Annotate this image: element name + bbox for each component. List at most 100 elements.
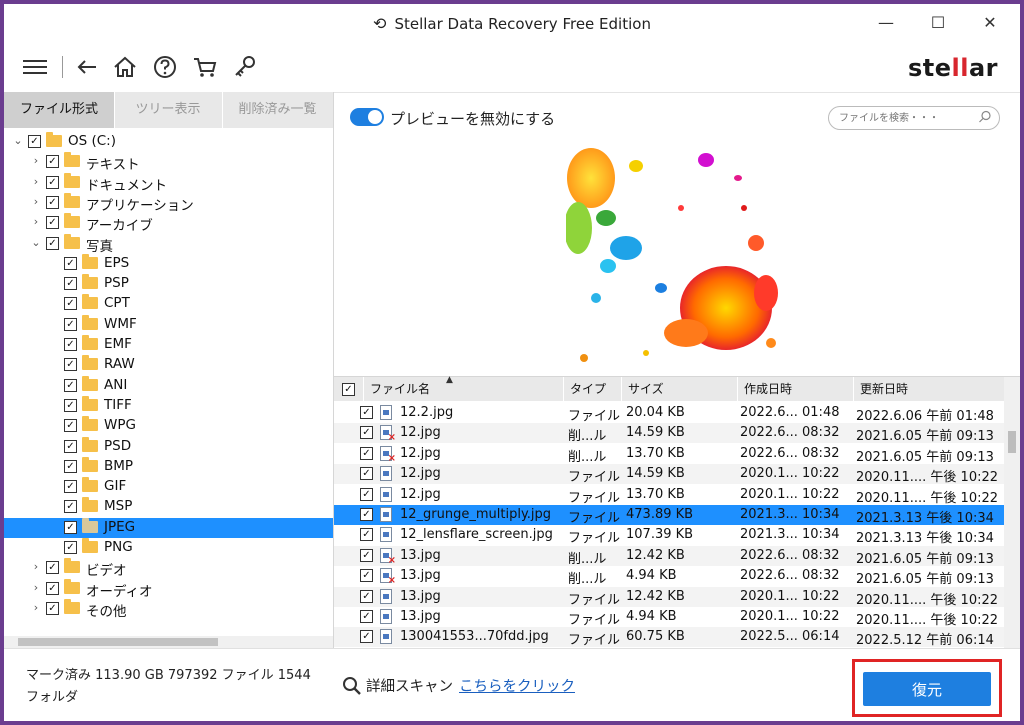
column-header-modified[interactable]: 更新日時 (854, 377, 1004, 401)
tab-tree-view[interactable]: ツリー表示 (114, 92, 223, 128)
column-header-size[interactable]: サイズ (622, 377, 738, 401)
table-row[interactable]: ✓ 13.jpg 削...ル 12.42 KB 2022.6... 08:32 2021.… (334, 545, 1004, 567)
tree-item-checkbox[interactable]: ✓ (64, 398, 77, 412)
expand-chevron-icon[interactable]: › (30, 175, 42, 188)
deep-scan-link[interactable]: こちらをクリック (459, 679, 575, 695)
expand-chevron-icon[interactable]: › (30, 560, 42, 573)
cart-icon[interactable] (190, 52, 220, 82)
tree-item[interactable]: ✓ ANI (4, 375, 333, 396)
collapse-chevron-icon[interactable]: ⌄ (30, 236, 42, 249)
tree-item-checkbox[interactable]: ✓ (46, 581, 59, 595)
tree-item[interactable]: ✓ RAW (4, 355, 333, 375)
row-checkbox[interactable]: ✓ (360, 610, 373, 623)
minimize-button[interactable]: — (866, 10, 906, 36)
tree-item-checkbox[interactable]: ✓ (46, 236, 59, 250)
expand-chevron-icon[interactable]: › (30, 215, 42, 228)
tree-item-checkbox[interactable]: ✓ (46, 155, 59, 169)
hamburger-menu-icon[interactable] (20, 52, 50, 82)
tab-deleted-list[interactable]: 削除済み一覧 (222, 92, 333, 128)
tree-item[interactable]: › ✓ ドキュメント (4, 172, 333, 194)
tree-item[interactable]: ✓ WPG (4, 416, 333, 436)
row-checkbox[interactable]: ✓ (360, 467, 373, 481)
search-input[interactable] (839, 110, 969, 126)
expand-chevron-icon[interactable]: › (30, 601, 42, 614)
table-row[interactable]: ✓ 12.jpg ファイル 13.70 KB 2020.1... 10:22 2020.1… (334, 485, 1004, 506)
home-icon[interactable] (110, 52, 140, 82)
row-checkbox[interactable]: ✓ (360, 487, 373, 501)
table-vertical-scrollbar[interactable] (1004, 377, 1020, 649)
tree-item-checkbox[interactable]: ✓ (64, 419, 77, 433)
tree-item[interactable]: › ✓ テキスト (4, 152, 333, 173)
tree-item[interactable]: › ✓ アプリケーション (4, 192, 333, 214)
tree-item[interactable]: ✓ CPT (4, 294, 333, 314)
tree-item-checkbox[interactable]: ✓ (46, 175, 59, 189)
tree-item-checkbox[interactable]: ✓ (64, 378, 77, 392)
maximize-button[interactable]: ☐ (918, 10, 958, 36)
close-button[interactable]: ✕ (970, 10, 1010, 36)
tree-item[interactable]: ✓ JPEG (4, 517, 333, 538)
tree-item-checkbox[interactable]: ✓ (64, 358, 77, 372)
tree-item[interactable]: ✓ PSD (4, 436, 333, 457)
tree-item[interactable]: ✓ MSP (4, 497, 333, 517)
table-row[interactable]: ✓ 13.jpg 削...ル 4.94 KB 2022.6... 08:32 2021.6… (334, 566, 1004, 587)
tree-item[interactable]: ✓ TIFF (4, 395, 333, 416)
tree-item-checkbox[interactable]: ✓ (46, 195, 59, 209)
row-checkbox[interactable]: ✓ (360, 508, 373, 521)
row-checkbox[interactable]: ✓ (360, 589, 373, 603)
tree-item[interactable]: ✓ GIF (4, 477, 333, 497)
recover-button[interactable]: 復元 (863, 672, 991, 706)
tree-item-checkbox[interactable]: ✓ (64, 439, 77, 453)
tree-item-checkbox[interactable]: ✓ (64, 541, 77, 554)
row-checkbox[interactable]: ✓ (360, 569, 373, 583)
tree-item-checkbox[interactable]: ✓ (64, 500, 77, 514)
tree-item[interactable]: ✓ PSP (4, 274, 333, 294)
table-row[interactable]: ✓ 13.jpg ファイル 4.94 KB 2020.1... 10:22 2020.11… (334, 607, 1004, 628)
table-row[interactable]: ✓ 12.jpg 削...ル 14.59 KB 2022.6... 08:32 2021.… (334, 423, 1004, 444)
tree-item-checkbox[interactable]: ✓ (46, 561, 59, 575)
tree-item-checkbox[interactable]: ✓ (64, 297, 77, 311)
table-row[interactable]: ✓ 13.jpg ファイル 12.42 KB 2020.1... 10:22 2020.1… (334, 586, 1004, 608)
tree-item-checkbox[interactable]: ✓ (64, 256, 77, 270)
expand-chevron-icon[interactable]: › (30, 581, 42, 594)
tree-item-checkbox[interactable]: ✓ (64, 459, 77, 473)
table-row[interactable]: ✓ 12_lensflare_screen.jpg ファイル 107.39 KB 202… (334, 525, 1004, 546)
help-icon[interactable] (150, 52, 180, 82)
tree-item-checkbox[interactable]: ✓ (64, 480, 77, 494)
scrollbar-thumb[interactable] (18, 638, 218, 646)
tree-item-checkbox[interactable]: ✓ (64, 317, 77, 331)
tree-item[interactable]: › ✓ ビデオ (4, 558, 333, 579)
table-row[interactable]: ✓ 130041553...70fdd.jpg ファイル 60.75 KB 2022.5… (334, 627, 1004, 648)
tree-item[interactable]: › ✓ オーディオ (4, 578, 333, 600)
tab-file-type[interactable]: ファイル形式 (4, 92, 115, 128)
expand-chevron-icon[interactable]: › (30, 154, 42, 167)
row-checkbox[interactable]: ✓ (360, 426, 373, 440)
file-search[interactable] (828, 106, 1000, 130)
table-row[interactable]: ✓ 12_grunge_multiply.jpg ファイル 473.89 KB 2021… (334, 505, 1004, 526)
row-checkbox[interactable]: ✓ (360, 446, 373, 460)
tree-item-checkbox[interactable]: ✓ (28, 135, 41, 148)
tree-item[interactable]: ⌄ ✓ 写真 (4, 233, 333, 255)
row-checkbox[interactable]: ✓ (360, 548, 373, 562)
tree-item[interactable]: › ✓ アーカイブ (4, 213, 333, 234)
select-all-checkbox[interactable]: ✓ (342, 383, 355, 396)
tree-item[interactable]: ✓ EPS (4, 253, 333, 274)
key-icon[interactable] (230, 52, 260, 82)
back-arrow-icon[interactable] (72, 52, 102, 82)
table-row[interactable]: ✓ 12.jpg 削...ル 13.70 KB 2022.6... 08:32 2021.… (334, 444, 1004, 465)
tree-item[interactable]: ✓ BMP (4, 456, 333, 477)
tree-item[interactable]: ⌄ ✓ OS (C:) (4, 132, 333, 152)
column-header-type[interactable]: タイプ (564, 377, 622, 401)
row-checkbox[interactable]: ✓ (360, 528, 373, 542)
tree-item-checkbox[interactable]: ✓ (46, 601, 59, 615)
row-checkbox[interactable]: ✓ (360, 406, 373, 419)
tree-item[interactable]: ✓ WMF (4, 314, 333, 335)
row-checkbox[interactable]: ✓ (360, 630, 373, 644)
tree-horizontal-scrollbar[interactable] (4, 636, 333, 648)
table-row[interactable]: ✓ 12.2.jpg ファイル 20.04 KB 2022.6... 01:48 2022… (334, 403, 1004, 424)
tree-item[interactable]: › ✓ その他 (4, 598, 333, 620)
column-header-created[interactable]: 作成日時 (738, 377, 854, 401)
expand-chevron-icon[interactable]: › (30, 195, 42, 208)
table-row[interactable]: ✓ 12.jpg ファイル 14.59 KB 2020.1... 10:22 2020.1… (334, 464, 1004, 485)
tree-item[interactable]: ✓ EMF (4, 335, 333, 355)
tree-item-checkbox[interactable]: ✓ (64, 277, 77, 291)
